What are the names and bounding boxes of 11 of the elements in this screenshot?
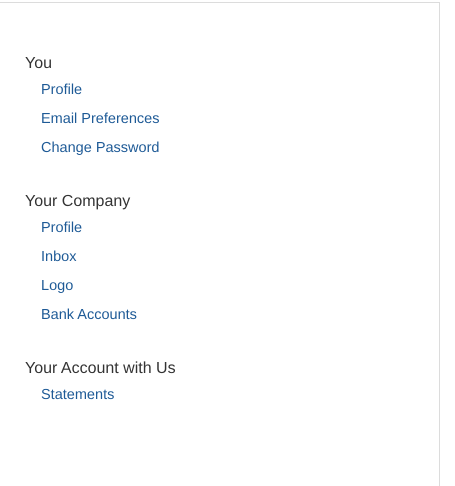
section-heading: You [25,54,53,74]
settings-link[interactable]: Email Preferences [41,109,160,129]
settings-link[interactable]: Statements [41,385,114,405]
settings-link[interactable]: Logo [41,276,74,296]
settings-link[interactable]: Inbox [41,247,76,267]
settings-link[interactable]: Profile [41,218,82,238]
settings-link[interactable]: Profile [41,80,82,100]
section-heading: Your Account with Us [25,359,177,379]
settings-link[interactable]: Bank Accounts [41,305,137,325]
section-heading: Your Company [25,192,132,212]
settings-link[interactable]: Change Password [41,138,160,158]
